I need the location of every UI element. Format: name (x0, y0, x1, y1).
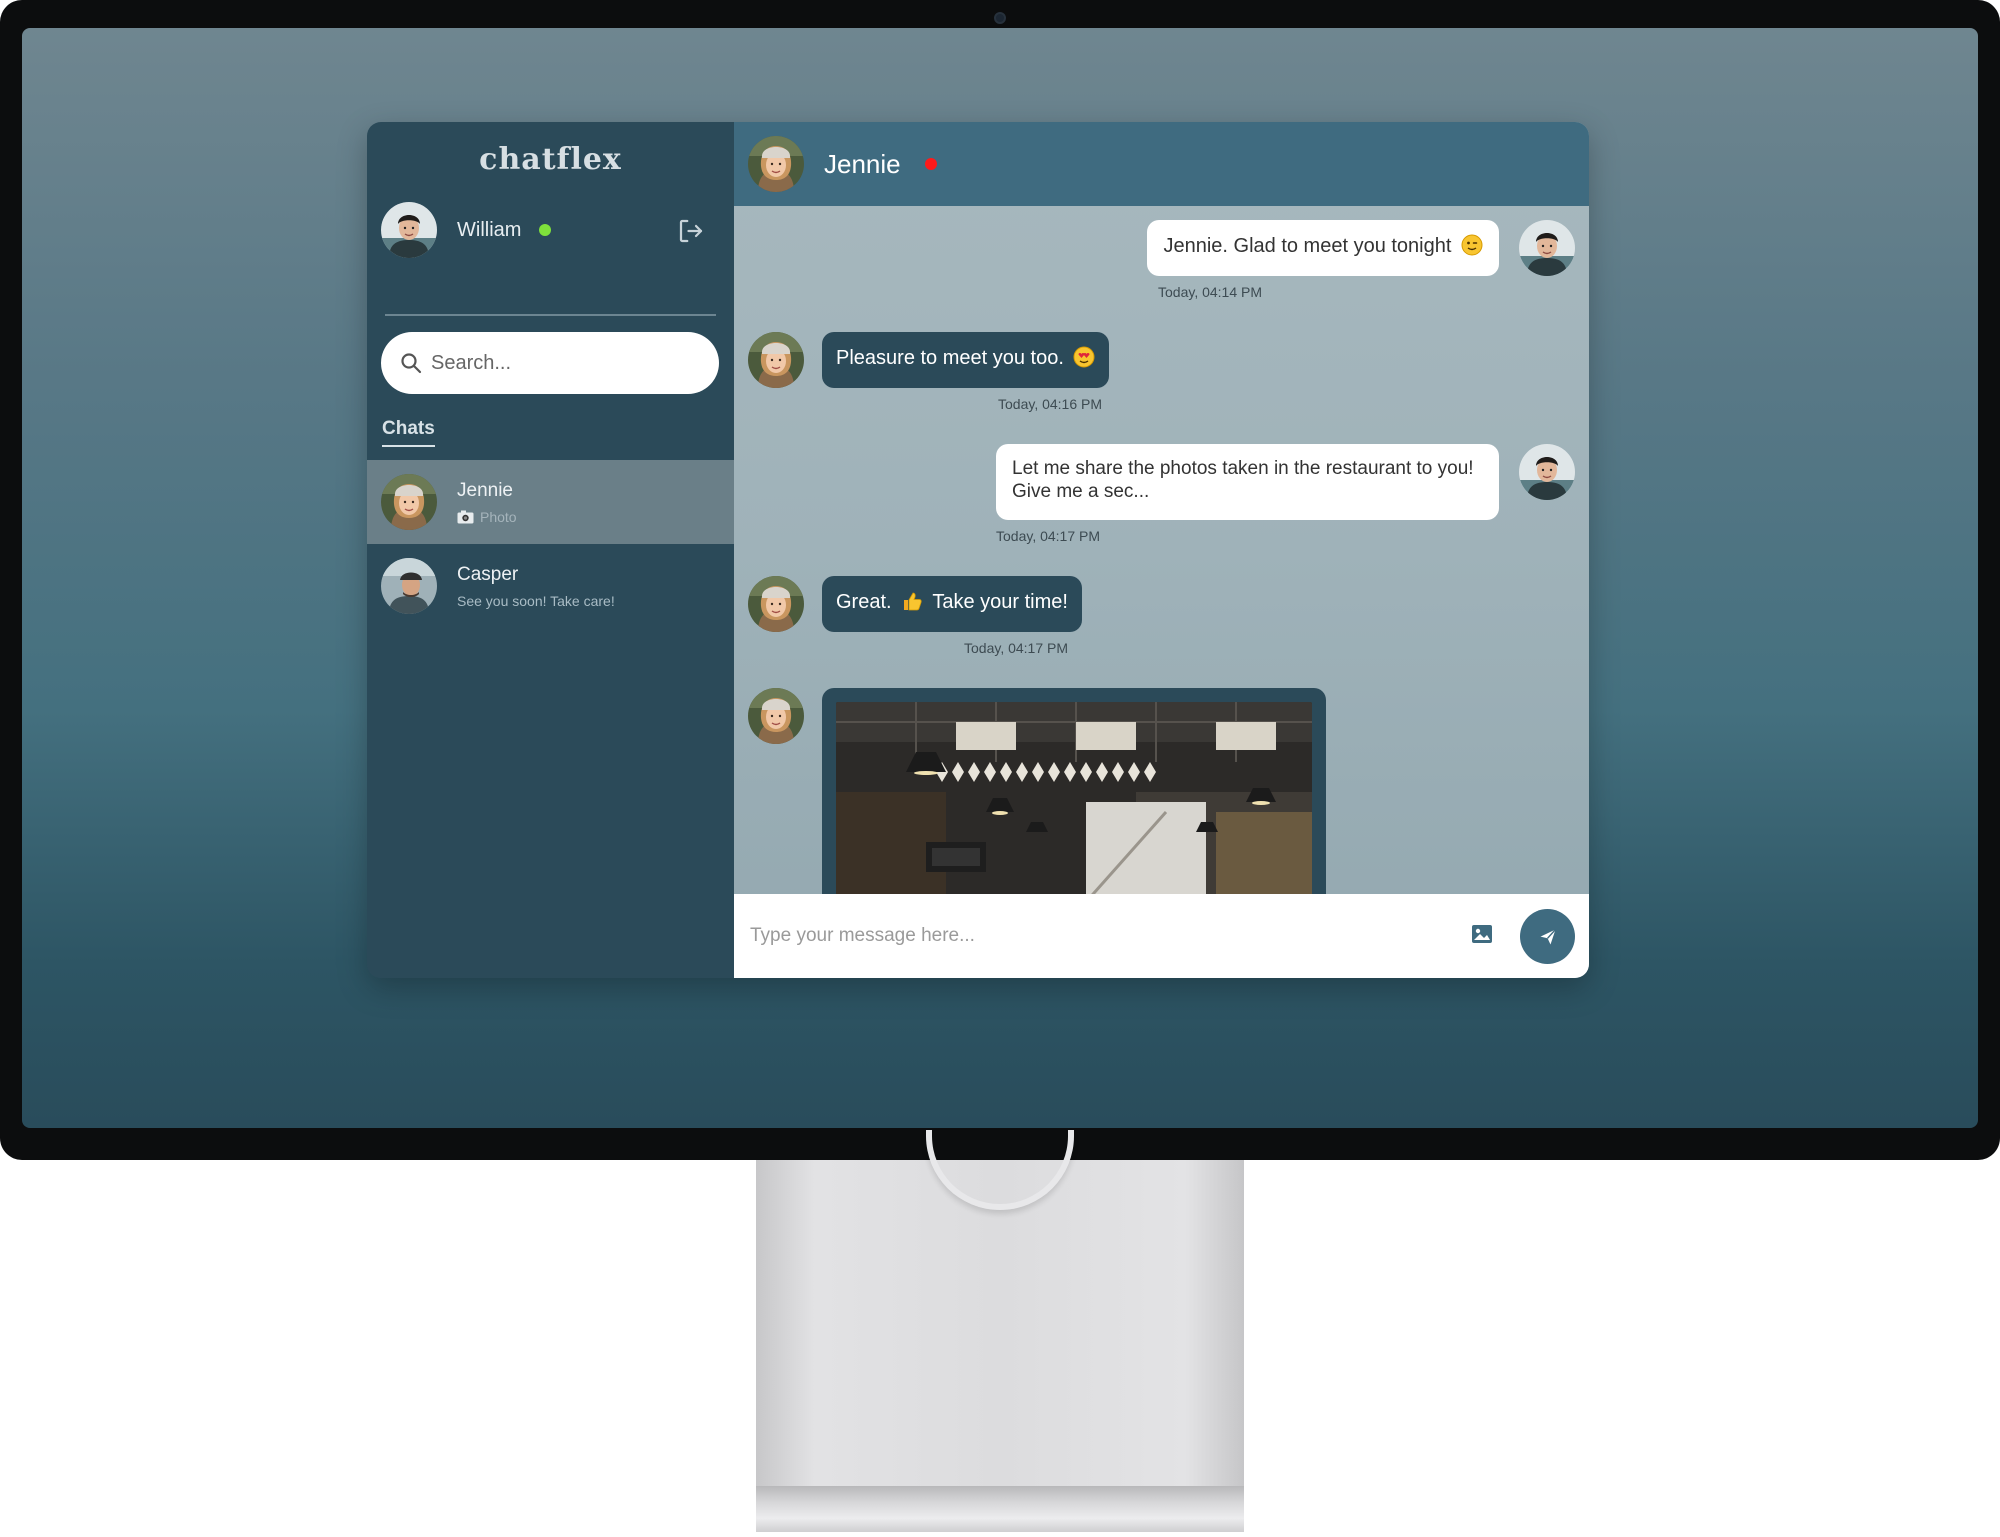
incoming-photo-message[interactable] (822, 688, 1326, 894)
message-list: Jennie. Glad to meet you tonight Today, … (734, 206, 1589, 894)
webcam-dot (994, 12, 1006, 24)
chat-preview-text: Photo (480, 508, 517, 525)
sidebar: chatflex William Chats (367, 122, 734, 978)
current-user-name: William (457, 218, 522, 241)
search-input[interactable] (429, 350, 699, 376)
incoming-message: Great. Take your time! (822, 576, 1082, 632)
message-input[interactable] (748, 924, 1448, 948)
message-text: Pleasure to meet you too. (836, 347, 1064, 369)
avatar (1519, 444, 1575, 500)
outgoing-message: Let me share the photos taken in the res… (996, 444, 1499, 520)
message-timestamp: Today, 04:16 PM (998, 396, 1103, 412)
message-text: Take your time! (932, 591, 1068, 613)
avatar (381, 558, 437, 614)
logout-icon[interactable] (676, 216, 706, 246)
avatar (381, 474, 437, 530)
message-text-line: Give me a sec... (1012, 481, 1150, 502)
current-user: William (381, 202, 720, 258)
camera-icon (457, 510, 474, 523)
avatar (748, 688, 804, 744)
chat-app-window: chatflex William Chats (367, 122, 1589, 978)
send-button[interactable] (1520, 909, 1575, 964)
chats-tab[interactable]: Chats (382, 418, 435, 447)
wink-emoji-icon (1461, 234, 1483, 256)
avatar (381, 202, 437, 258)
message-text: Jennie. Glad to meet you tonight (1163, 235, 1452, 257)
message-composer (734, 894, 1589, 978)
message-text-line: Let me share the photos taken in the res… (1012, 458, 1474, 479)
online-status-dot (539, 224, 552, 236)
message-timestamp: Today, 04:17 PM (964, 640, 1069, 656)
monitor-stand (756, 1130, 1244, 1532)
stand-collar (926, 1130, 1074, 1210)
chat-list: Jennie Photo Casper See you soon! Take c… (367, 460, 734, 628)
chat-item-jennie[interactable]: Jennie Photo (367, 460, 734, 544)
paper-plane-icon (1540, 928, 1556, 944)
avatar (748, 136, 804, 192)
app-logo: chatflex (479, 142, 622, 177)
chat-item-casper[interactable]: Casper See you soon! Take care! (367, 544, 734, 628)
message-text: Great. (836, 591, 892, 613)
conversation-header: Jennie (734, 122, 1589, 206)
contact-name: Jennie (824, 148, 901, 179)
avatar (748, 576, 804, 632)
thumbs-up-emoji-icon (904, 592, 922, 611)
stand-foot (756, 1486, 1244, 1532)
chat-preview-text: See you soon! Take care! (457, 592, 615, 609)
chat-name: Casper (457, 563, 519, 585)
sidebar-divider (385, 314, 716, 316)
incoming-message: Pleasure to meet you too. (822, 332, 1110, 388)
avatar (1519, 220, 1575, 276)
restaurant-photo[interactable] (836, 702, 1312, 894)
search-icon (401, 353, 422, 374)
message-timestamp: Today, 04:14 PM (1158, 284, 1263, 300)
outgoing-message: Jennie. Glad to meet you tonight (1147, 220, 1499, 276)
chat-name: Jennie (457, 479, 513, 501)
avatar (748, 332, 804, 388)
image-icon[interactable] (1471, 924, 1493, 949)
search-box[interactable] (381, 332, 719, 394)
heart-eyes-emoji-icon (1073, 346, 1095, 368)
message-timestamp: Today, 04:17 PM (996, 528, 1101, 544)
away-status-dot (924, 158, 937, 170)
conversation-panel: Jennie Jennie. Glad to meet you tonight … (734, 122, 1589, 978)
